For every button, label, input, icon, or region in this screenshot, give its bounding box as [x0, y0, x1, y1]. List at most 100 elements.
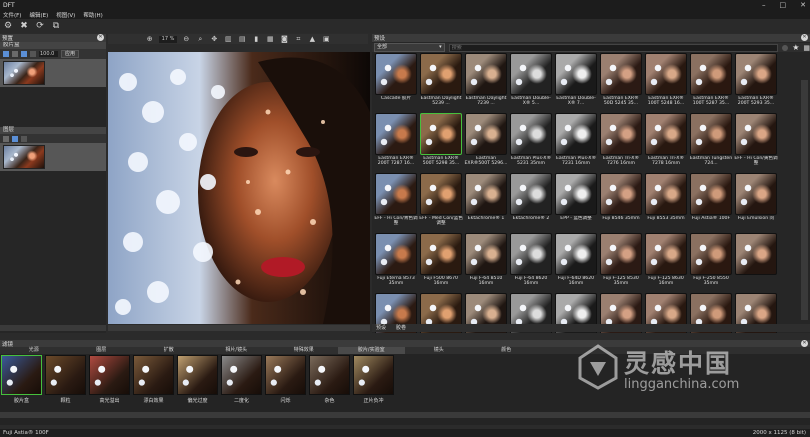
preset-item[interactable]: EFF - Hi Con/青色调整: [374, 173, 418, 232]
menu-view[interactable]: 视图(V): [56, 11, 75, 19]
image-viewer[interactable]: [108, 52, 370, 324]
opacity-input[interactable]: 100.0: [39, 51, 58, 57]
filter-tab[interactable]: 特殊效果: [270, 347, 338, 354]
filter-item[interactable]: 正片负冲: [353, 355, 394, 404]
histogram-icon[interactable]: ▲: [307, 34, 317, 44]
preset-item[interactable]: Eastman EXR® 200T 5293 35...: [734, 53, 778, 112]
preset-item[interactable]: Fuji Eterna 8573 35mm: [374, 233, 418, 292]
preset-item[interactable]: Ektachrome® 1: [464, 173, 508, 232]
preset-item[interactable]: EFF - Med Con/蓝色调整: [419, 173, 463, 232]
tab-film[interactable]: 胶卷: [396, 324, 406, 332]
move-icon[interactable]: ✥: [209, 34, 219, 44]
preset-item[interactable]: Fuji F-64 8620 16mm: [509, 233, 553, 292]
horizontal-scrollbar[interactable]: [0, 325, 106, 331]
trash-icon[interactable]: [30, 51, 36, 57]
preset-item[interactable]: Eastman Daylight 5239 ...: [419, 53, 463, 112]
search-icon[interactable]: ⌕: [195, 34, 205, 44]
filter-tab[interactable]: 颜色: [472, 347, 540, 354]
minimize-button[interactable]: –: [762, 1, 766, 9]
search-input[interactable]: [448, 43, 779, 52]
filter-tab[interactable]: 光源: [0, 347, 68, 354]
compare-icon[interactable]: ⧉: [51, 21, 61, 31]
filter-tab[interactable]: 镜头: [405, 347, 473, 354]
eye-icon[interactable]: [3, 51, 9, 57]
filter-item[interactable]: 闪烁: [265, 355, 306, 404]
preset-item[interactable]: EPP - 蓝色调整: [554, 173, 598, 232]
close-icon[interactable]: ✕: [801, 340, 808, 347]
viewer-scrollbar[interactable]: [108, 325, 370, 331]
preset-item[interactable]: Fuji Emulsion 问: [734, 173, 778, 232]
clear-search-icon[interactable]: [782, 44, 789, 51]
split-horizontal-icon[interactable]: ▤: [237, 34, 247, 44]
grid-icon[interactable]: ▦: [265, 34, 275, 44]
film-thumbnail[interactable]: [3, 61, 45, 85]
split-vertical-icon[interactable]: ▥: [223, 34, 233, 44]
filter-item[interactable]: 颗粒: [45, 355, 86, 404]
preset-item[interactable]: Fuji 8553 35mm: [644, 173, 688, 232]
preset-item[interactable]: Eastman EXR® 50D 5245 35...: [599, 53, 643, 112]
preset-item[interactable]: Fuji 8546 35mm: [599, 173, 643, 232]
zoom-in-icon[interactable]: ⊕: [145, 34, 155, 44]
menu-edit[interactable]: 编辑(E): [29, 11, 48, 19]
zoom-level[interactable]: 17 %: [158, 35, 178, 43]
mask-icon[interactable]: [12, 135, 18, 142]
crop-icon[interactable]: ⌗: [293, 34, 303, 44]
gear-icon[interactable]: ⚙: [3, 21, 13, 31]
filter-tab[interactable]: 相片/镜头: [202, 347, 270, 354]
preset-item[interactable]: Eastman Double-X® 5...: [509, 53, 553, 112]
filter-item[interactable]: 漂白效果: [133, 355, 174, 404]
preset-item[interactable]: Eastman Tungsten 724...: [689, 113, 733, 172]
layer-icon[interactable]: [3, 135, 9, 142]
preset-item[interactable]: Eastman EXR® 500T 5298 35...: [419, 113, 463, 172]
filter-item[interactable]: 二度化: [221, 355, 262, 404]
preset-item[interactable]: Eastman EXR® 200T 7287 16...: [374, 113, 418, 172]
preset-item[interactable]: Fuji F-250 8550 35mm: [689, 233, 733, 292]
close-icon[interactable]: ✖: [19, 21, 29, 31]
preset-item[interactable]: Ektachrome® 2: [509, 173, 553, 232]
preset-item[interactable]: Fuji F-64 8510 16mm: [464, 233, 508, 292]
preset-item[interactable]: Eastman Tri-X® 7278 16mm: [644, 113, 688, 172]
camera-icon[interactable]: ◙: [279, 34, 289, 44]
preset-item[interactable]: Eastman Daylight 7239 ...: [464, 53, 508, 112]
tab-presets[interactable]: 预设: [376, 324, 386, 332]
preset-item[interactable]: Fuji F-125 8630 16mm: [644, 233, 688, 292]
close-icon[interactable]: ✕: [97, 34, 104, 41]
filter-item[interactable]: 高光溢出: [89, 355, 130, 404]
preset-item[interactable]: Eastman EXR® 100T 5248 16...: [644, 53, 688, 112]
preset-item[interactable]: Eastman Plus-X® 5231 35mm: [509, 113, 553, 172]
preset-item[interactable]: Fuji Astia® 100F: [689, 173, 733, 232]
close-window-button[interactable]: ✕: [800, 1, 806, 9]
category-select[interactable]: 全部 ▾: [374, 43, 445, 52]
preset-item[interactable]: Eastman Double-X® 7...: [554, 53, 598, 112]
close-icon[interactable]: ✕: [801, 34, 808, 41]
preset-item[interactable]: Eastman Plus-X® 7231 16mm: [554, 113, 598, 172]
vertical-scrollbar[interactable]: [801, 80, 808, 320]
preset-item[interactable]: Fuji F-64D 8620 16mm: [554, 233, 598, 292]
filter-tab[interactable]: 图层: [67, 347, 135, 354]
preset-item[interactable]: Fuji F-125 8530 35mm: [599, 233, 643, 292]
menu-file[interactable]: 文件(F): [3, 11, 21, 19]
filter-tab[interactable]: 扩散: [135, 347, 203, 354]
preset-item[interactable]: Eastman Tri-X® 7276 16mm: [599, 113, 643, 172]
brush-icon[interactable]: [21, 135, 27, 142]
layer-icon[interactable]: [12, 51, 18, 57]
apply-button[interactable]: 应用: [61, 50, 79, 58]
grid-view-icon[interactable]: ▦: [803, 44, 810, 52]
single-view-icon[interactable]: ▮: [251, 34, 261, 44]
filter-tab[interactable]: 胶片/实验室: [337, 347, 405, 354]
brush-icon[interactable]: [21, 51, 27, 57]
filter-item[interactable]: 胶片盒: [1, 355, 42, 404]
maximize-button[interactable]: □: [780, 1, 787, 9]
zoom-out-icon[interactable]: ⊖: [181, 34, 191, 44]
preset-item[interactable]: Cascade 胶片: [374, 53, 418, 112]
layer-thumbnail[interactable]: [3, 145, 45, 169]
filter-item[interactable]: 杂色: [309, 355, 350, 404]
filter-item[interactable]: 偏光过度: [177, 355, 218, 404]
preset-item[interactable]: Eastman EXR®500T 5296...: [464, 113, 508, 172]
preset-item[interactable]: EFF - Hi Con/黄色调整: [734, 113, 778, 172]
preset-item[interactable]: Eastman EXR® 100T 5287 35...: [689, 53, 733, 112]
fit-icon[interactable]: ▣: [321, 34, 331, 44]
star-icon[interactable]: ★: [792, 43, 799, 52]
preset-item[interactable]: Fuji F500 8670 16mm: [419, 233, 463, 292]
menu-help[interactable]: 帮助(H): [83, 11, 102, 19]
